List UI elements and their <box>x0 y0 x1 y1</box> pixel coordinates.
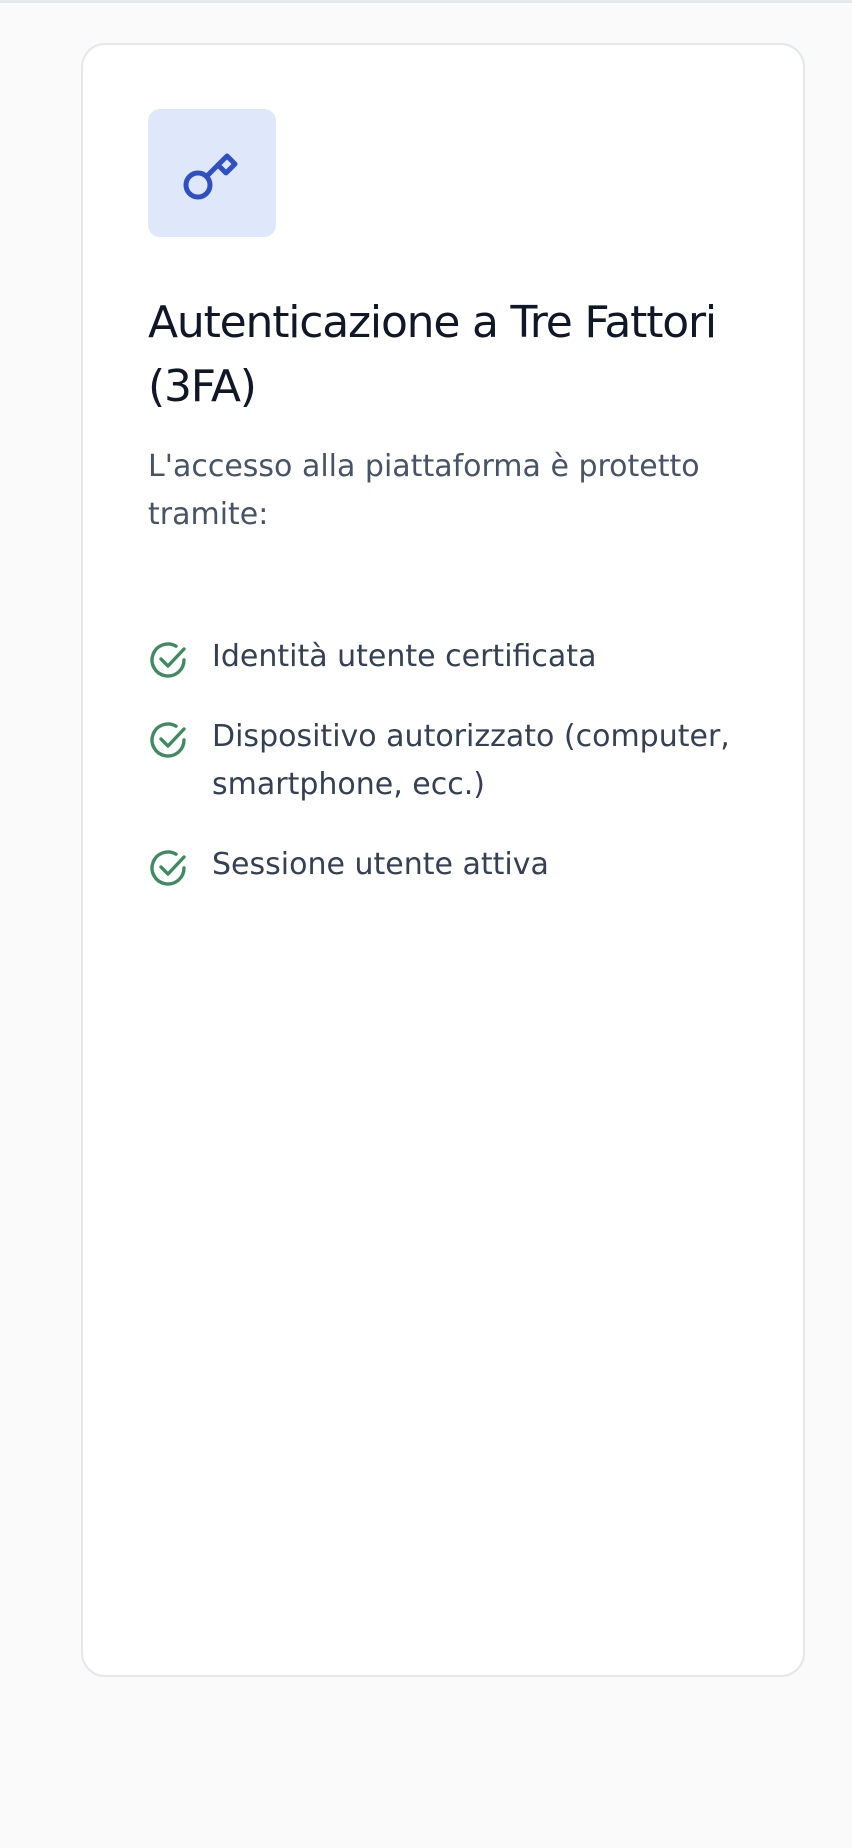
factor-item-session: Sessione utente attiva <box>148 841 748 889</box>
card-description: L'accesso alla piattaforma è protetto tr… <box>148 449 700 532</box>
factor-list: Identità utente certificata Dispositivo … <box>148 633 748 921</box>
three-factor-auth-card: Autenticazione a Tre Fattori (3FA) L'acc… <box>81 43 805 1677</box>
top-divider <box>0 0 852 3</box>
key-icon <box>183 153 238 200</box>
key-icon-tile <box>148 109 276 237</box>
factor-label: Identità utente certificata <box>212 639 597 674</box>
factor-label: Sessione utente attiva <box>212 847 549 882</box>
factor-label: Dispositivo autorizzato (computer, smart… <box>212 719 730 802</box>
card-title: Autenticazione a Tre Fattori (3FA) <box>148 297 717 412</box>
factor-item-identity: Identità utente certificata <box>148 633 748 681</box>
factor-item-device: Dispositivo autorizzato (computer, smart… <box>148 713 748 809</box>
check-circle-icon <box>150 850 186 886</box>
check-circle-icon <box>150 722 186 758</box>
check-circle-icon <box>150 642 186 678</box>
